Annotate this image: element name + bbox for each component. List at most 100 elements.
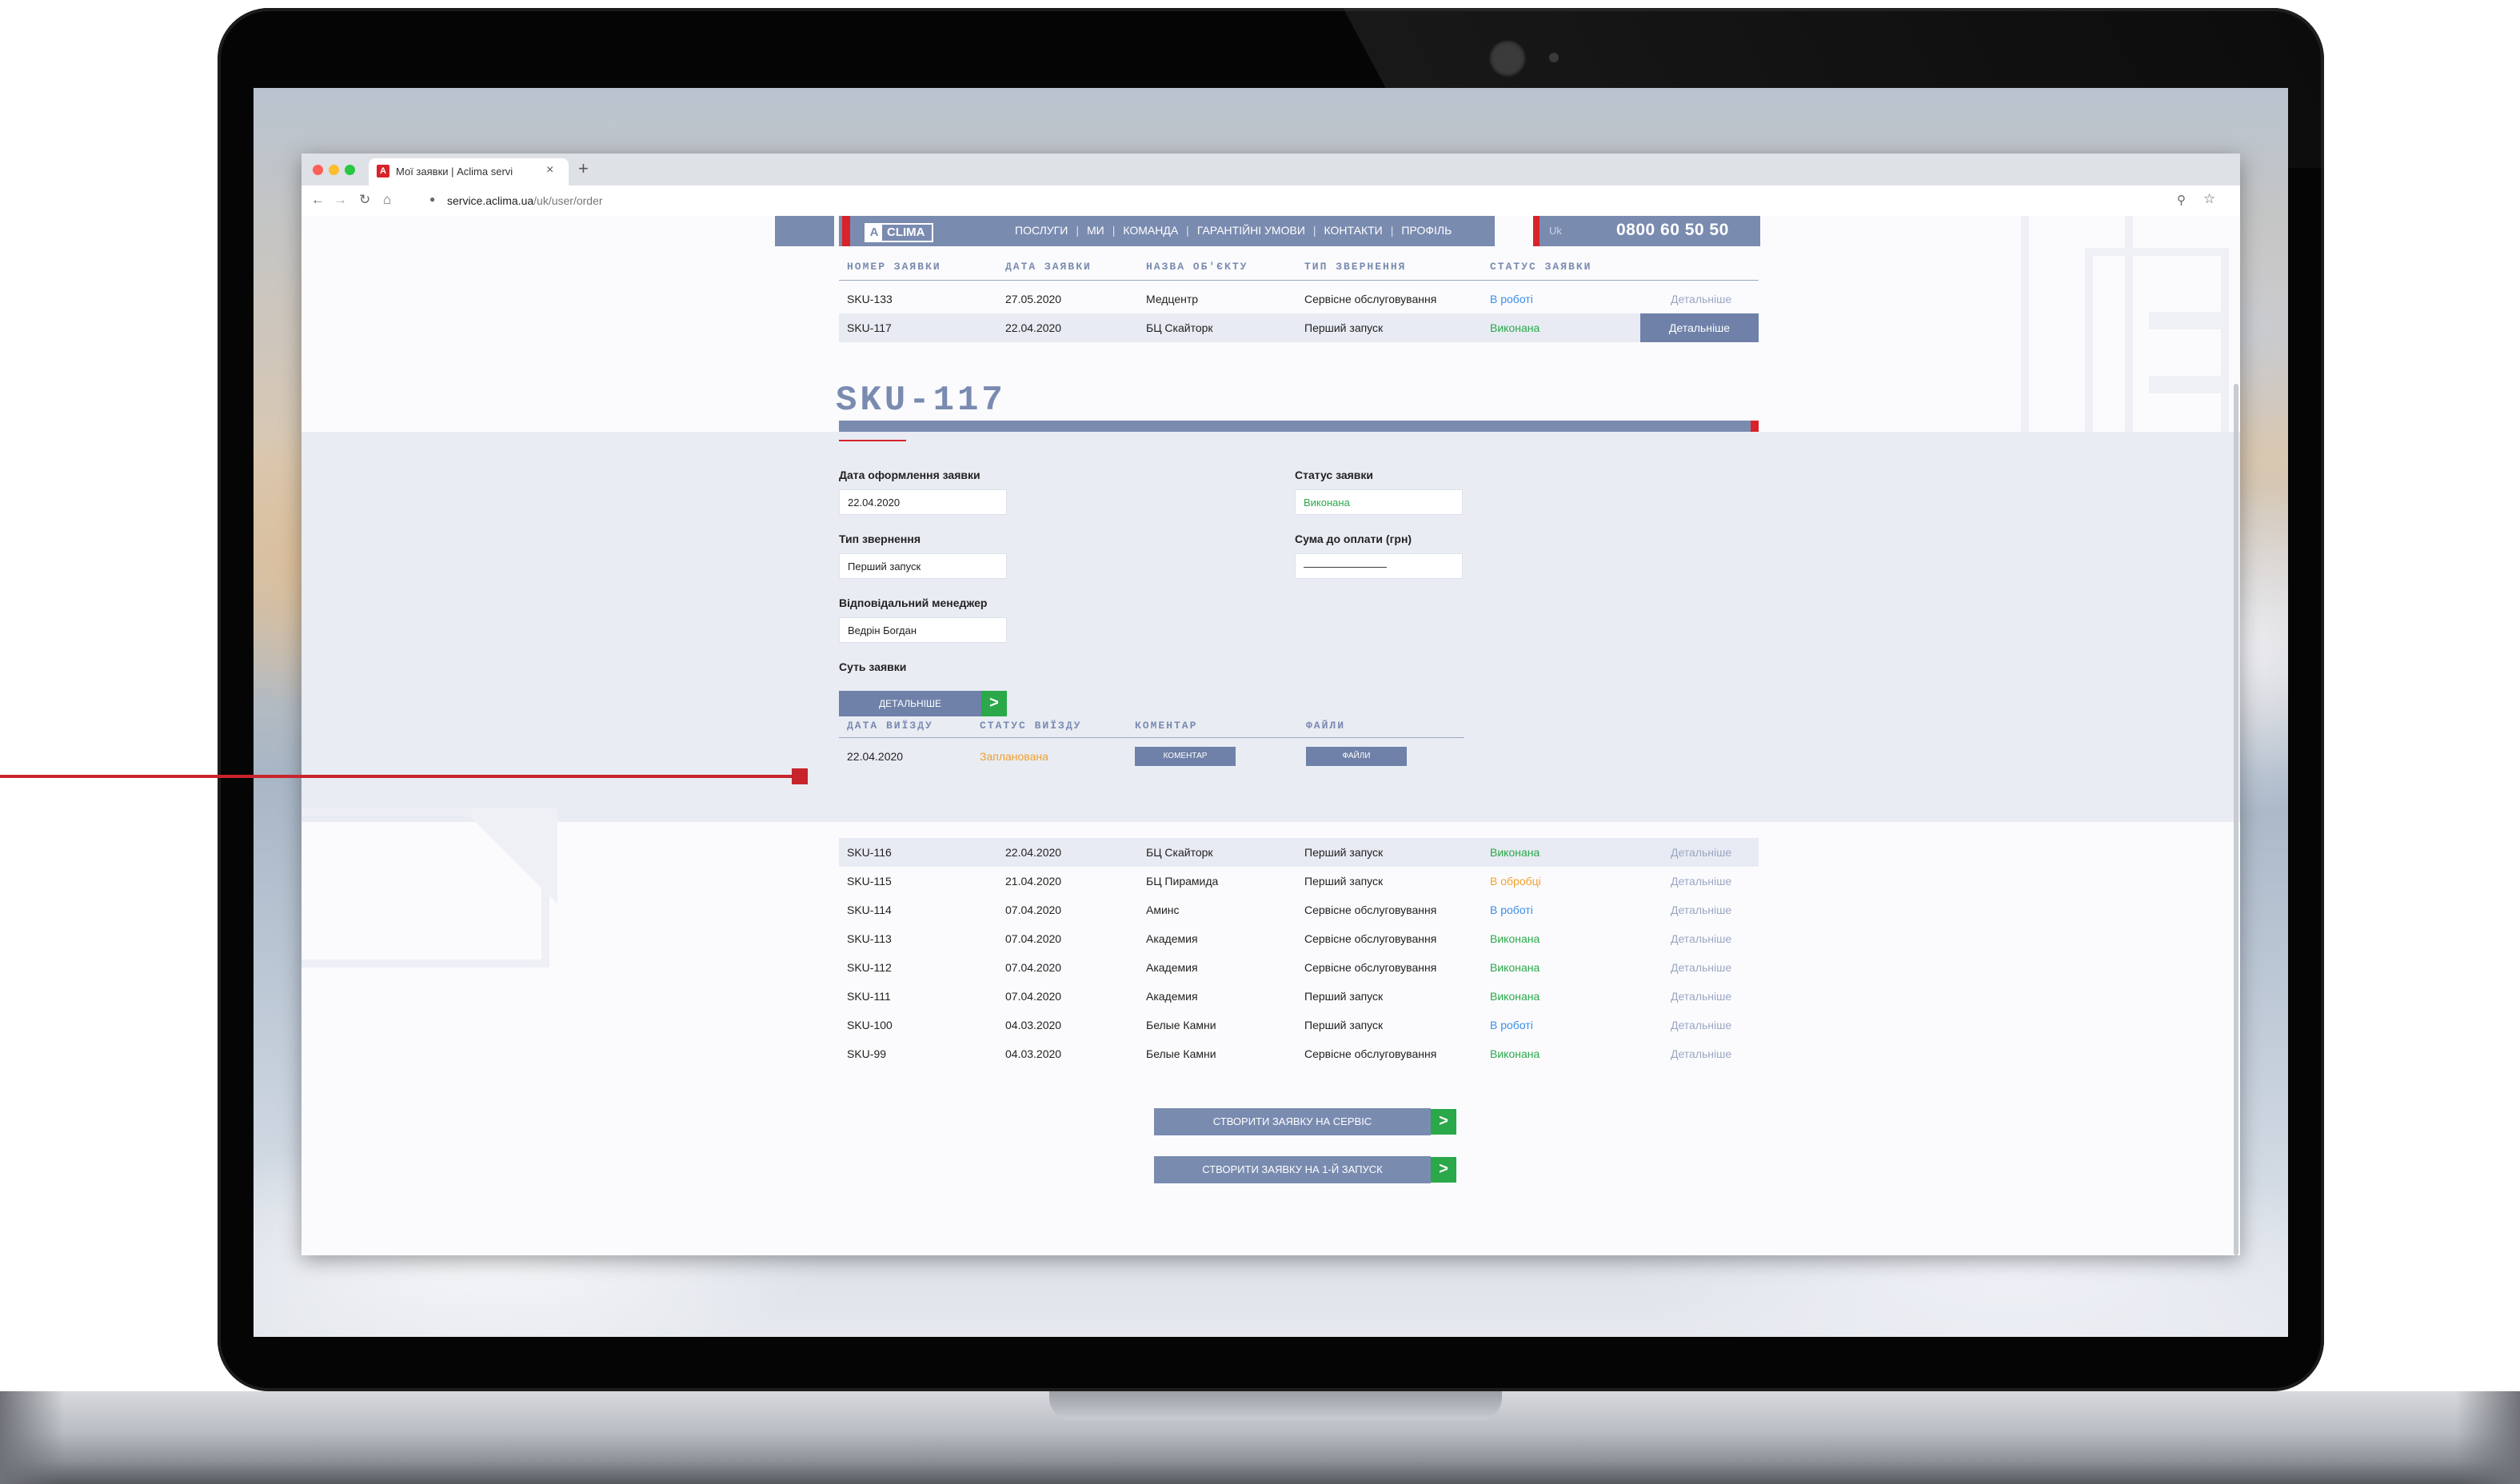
- payment-sum-field[interactable]: ————————: [1295, 553, 1463, 579]
- order-date: 21.04.2020: [1005, 875, 1062, 888]
- tab-close-icon[interactable]: ×: [546, 163, 553, 178]
- table-row[interactable]: SKU-113 07.04.2020 Академия Сервісне обс…: [839, 924, 1759, 953]
- table-row-selected[interactable]: SKU-117 22.04.2020 БЦ Скайторк Перший за…: [839, 313, 1759, 342]
- header-block-left: [775, 216, 834, 246]
- page-scrollbar[interactable]: [2234, 384, 2238, 1255]
- table-row[interactable]: SKU-115 21.04.2020 БЦ Пирамида Перший за…: [839, 867, 1759, 896]
- comment-button[interactable]: КОМЕНТАР: [1135, 747, 1236, 766]
- chevron-right-icon[interactable]: >: [1431, 1157, 1456, 1183]
- window-close-button[interactable]: [313, 165, 323, 175]
- order-id: SKU-111: [847, 990, 891, 1003]
- column-header: НАЗВА ОБ'ЄКТУ: [1146, 261, 1248, 273]
- nav-item-team[interactable]: КОМАНДА: [1123, 224, 1178, 237]
- decor-triangle: [461, 808, 557, 904]
- order-id: SKU-113: [847, 932, 892, 945]
- favicon-icon: A: [377, 165, 389, 178]
- nav-separator: |: [1390, 224, 1394, 237]
- forward-arrow-icon[interactable]: →: [333, 192, 347, 208]
- create-service-request-button[interactable]: СТВОРИТИ ЗАЯВКУ НА СЕРВІС: [1154, 1108, 1431, 1135]
- laptop-screen: A Мої заявки | Aclima servi × + ← → ↻ ⌂ …: [254, 88, 2288, 1337]
- order-id: SKU-117: [847, 321, 892, 334]
- manager-label: Відповідальний менеджер: [839, 596, 988, 609]
- details-link[interactable]: Детальніше: [1671, 875, 1731, 888]
- order-type: Сервісне обслуговування: [1304, 1047, 1437, 1060]
- zoom-icon[interactable]: ⚲: [2177, 193, 2186, 207]
- table-row[interactable]: SKU-133 27.05.2020 Медцентр Сервісне обс…: [839, 285, 1759, 313]
- nav-item-profile[interactable]: ПРОФІЛЬ: [1401, 224, 1452, 237]
- chevron-right-icon[interactable]: >: [1431, 1109, 1456, 1135]
- site-logo[interactable]: A CLIMA: [865, 223, 933, 242]
- status-badge: Виконана: [1490, 961, 1540, 974]
- laptop-notch: [1049, 1391, 1502, 1420]
- details-link[interactable]: Детальніше: [1671, 932, 1731, 945]
- browser-window: A Мої заявки | Aclima servi × + ← → ↻ ⌂ …: [302, 154, 2240, 1255]
- title-bar-accent: [1751, 421, 1759, 432]
- details-link[interactable]: Детальніше: [1671, 904, 1731, 916]
- files-button[interactable]: ФАЙЛИ: [1306, 747, 1407, 766]
- nav-item-warranty[interactable]: ГАРАНТІЙНІ УМОВИ: [1197, 224, 1305, 237]
- order-status-field[interactable]: Виконана: [1295, 489, 1463, 515]
- details-link[interactable]: Детальніше: [1671, 1019, 1731, 1031]
- order-date-field[interactable]: 22.04.2020: [839, 489, 1007, 515]
- details-button[interactable]: Детальніше: [1640, 313, 1759, 342]
- details-link[interactable]: Детальніше: [1671, 1047, 1731, 1060]
- back-arrow-icon[interactable]: ←: [311, 192, 325, 208]
- address-bar: ← → ↻ ⌂ ● service.aclima.ua/uk/user/orde…: [302, 186, 2240, 217]
- details-link[interactable]: Детальніше: [1671, 293, 1731, 305]
- star-icon[interactable]: ☆: [2203, 191, 2215, 207]
- trip-date: 22.04.2020: [847, 750, 904, 763]
- order-type: Перший запуск: [1304, 321, 1384, 334]
- details-link[interactable]: Детальніше: [1671, 846, 1731, 859]
- browser-tab[interactable]: A Мої заявки | Aclima servi ×: [369, 158, 569, 186]
- trip-status: Запланована: [980, 750, 1048, 763]
- decor-bar: [2149, 312, 2229, 329]
- nav-item-services[interactable]: ПОСЛУГИ: [1015, 224, 1068, 237]
- order-type: Сервісне обслуговування: [1304, 293, 1437, 305]
- home-icon[interactable]: ⌂: [383, 192, 391, 208]
- essence-details-button[interactable]: ДЕТАЛЬНІШЕ: [839, 691, 981, 716]
- camera-icon: [1489, 40, 1526, 77]
- table-row[interactable]: SKU-112 07.04.2020 Академия Сервісне обс…: [839, 953, 1759, 982]
- order-object: Белые Камни: [1146, 1019, 1216, 1031]
- order-date: 27.05.2020: [1005, 293, 1062, 305]
- orders-table-header: НОМЕР ЗАЯВКИ ДАТА ЗАЯВКИ НАЗВА ОБ'ЄКТУ Т…: [839, 256, 1759, 281]
- column-header: ДАТА ВИЇЗДУ: [847, 720, 933, 732]
- order-id: SKU-116: [847, 846, 892, 859]
- window-maximize-button[interactable]: [345, 165, 355, 175]
- order-object: БЦ Пирамида: [1146, 875, 1219, 888]
- url-host: service.aclima.ua: [447, 194, 534, 207]
- order-id: SKU-100: [847, 1019, 893, 1031]
- camera-indicator: [1549, 53, 1559, 62]
- window-minimize-button[interactable]: [329, 165, 339, 175]
- chevron-right-icon[interactable]: >: [981, 691, 1007, 716]
- order-type: Сервісне обслуговування: [1304, 932, 1437, 945]
- column-header: ТИП ЗВЕРНЕННЯ: [1304, 261, 1407, 273]
- order-date-label: Дата оформлення заявки: [839, 469, 980, 481]
- details-link[interactable]: Детальніше: [1671, 961, 1731, 974]
- browser-tab-strip: A Мої заявки | Aclima servi × +: [302, 154, 2240, 186]
- table-row[interactable]: SKU-111 07.04.2020 Академия Перший запус…: [839, 982, 1759, 1011]
- nav-item-about[interactable]: МИ: [1087, 224, 1104, 237]
- request-type-field[interactable]: Перший запуск: [839, 553, 1007, 579]
- create-first-launch-request-button[interactable]: СТВОРИТИ ЗАЯВКУ НА 1-Й ЗАПУСК: [1154, 1156, 1431, 1183]
- table-row[interactable]: SKU-116 22.04.2020 БЦ Скайторк Перший за…: [839, 838, 1759, 867]
- order-object: Академия: [1146, 990, 1198, 1003]
- title-underline: [839, 440, 906, 441]
- reload-icon[interactable]: ↻: [359, 192, 370, 208]
- url-field[interactable]: service.aclima.ua/uk/user/order: [447, 194, 603, 207]
- table-row[interactable]: SKU-114 07.04.2020 Аминс Сервісне обслуг…: [839, 896, 1759, 924]
- details-link[interactable]: Детальніше: [1671, 990, 1731, 1003]
- order-type: Перший запуск: [1304, 875, 1384, 888]
- site-header: A CLIMA ПОСЛУГИ | МИ | КОМАНДА | ГАРАНТІ…: [839, 216, 1495, 246]
- order-object: Академия: [1146, 932, 1198, 945]
- nav-separator: |: [1186, 224, 1189, 237]
- new-tab-button[interactable]: +: [578, 158, 589, 179]
- table-row[interactable]: SKU-99 04.03.2020 Белые Камни Сервісне о…: [839, 1039, 1759, 1068]
- nav-item-contacts[interactable]: КОНТАКТИ: [1324, 224, 1383, 237]
- manager-field[interactable]: Ведрін Богдан: [839, 617, 1007, 643]
- order-type: Сервісне обслуговування: [1304, 904, 1437, 916]
- status-badge: Виконана: [1490, 321, 1540, 334]
- phone-number[interactable]: 0800 60 50 50: [1616, 221, 1729, 240]
- language-switch[interactable]: Uk: [1549, 225, 1562, 237]
- table-row[interactable]: SKU-100 04.03.2020 Белые Камни Перший за…: [839, 1011, 1759, 1039]
